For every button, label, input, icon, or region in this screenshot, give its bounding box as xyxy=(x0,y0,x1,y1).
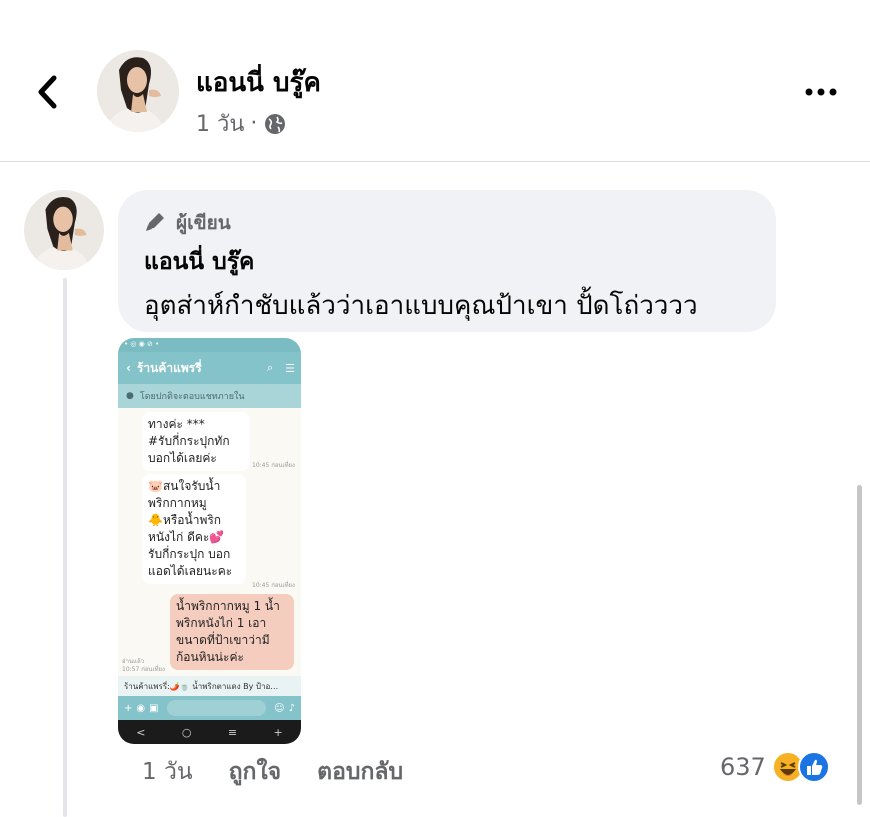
auto-reply-note: ● โดยปกติจะตอบแชทภายใน xyxy=(118,384,301,408)
reaction-icons xyxy=(771,750,832,784)
attached-screenshot[interactable]: • ◎ ◉ ⊘ • ‹ ร้านค้าแพรรี่ ⌕ ☰ ● โดยปกติจ… xyxy=(118,338,301,744)
mic-icon: ♪ xyxy=(288,702,295,714)
chat-message-2: 🐷สนใจรับน้ำ พริกกากหมู 🐥หรือน้ำพริก หนัง… xyxy=(142,474,246,584)
more-options-button[interactable] xyxy=(800,80,844,104)
chat-input-field xyxy=(166,700,267,716)
phone-status-bar: • ◎ ◉ ⊘ • xyxy=(118,338,301,352)
post-meta: 1 วัน · xyxy=(196,106,287,141)
chat-search-icon: ⌕ xyxy=(266,361,274,374)
like-button[interactable]: ถูกใจ xyxy=(229,754,282,790)
auto-reply-text: โดยปกติจะตอบแชทภายใน xyxy=(139,392,245,402)
like-icon xyxy=(797,751,830,783)
author-badge: ผู้เขียน xyxy=(144,208,231,238)
commenter-avatar[interactable] xyxy=(24,190,104,270)
post-time[interactable]: 1 วัน xyxy=(196,106,244,141)
chat-outgoing-time: 10:57 ก่อนเที่ยง xyxy=(122,666,165,673)
chevron-left-icon xyxy=(38,75,57,109)
back-button[interactable] xyxy=(30,70,70,114)
chat-back-icon: ‹ xyxy=(126,361,131,375)
nav-home-icon: ○ xyxy=(181,725,192,739)
comment-bubble[interactable]: ผู้เขียน แอนนี่ บรู๊ค อุตส่าห์กำชับแล้วว… xyxy=(118,190,776,332)
chat-input-bar: + ◉ ▣ ☺ ♪ xyxy=(118,696,301,720)
chat-preview: ร้านค้าแพรรี่:🌶️🍵 น้ำพริกตาแดง By ป้าอ… xyxy=(118,676,301,696)
comment-time[interactable]: 1 วัน xyxy=(142,754,193,790)
chat-message-1: ทางค่ะ *** #รับกี่กระปุกทัก บอกได้เลยค่ะ xyxy=(142,412,250,471)
globe-icon xyxy=(263,112,287,136)
phone-nav-bar: < ○ ≡ + xyxy=(118,720,301,744)
nav-back-icon: < xyxy=(136,725,146,739)
chat-bubble-icon: ● xyxy=(126,391,134,401)
plus-icon: + xyxy=(124,702,133,714)
chat-message-1-time: 10:45 ก่อนเที่ยง xyxy=(252,462,295,469)
meta-separator: · xyxy=(250,111,258,136)
chat-message-outgoing: น้ำพริกกากหมู 1 น้ำ พริกหนังไก่ 1 เอา ขน… xyxy=(170,594,294,670)
nav-plus-icon: + xyxy=(273,725,283,739)
chat-shop-title: ร้านค้าแพรรี่ xyxy=(136,360,202,375)
camera-icon: ◉ xyxy=(136,702,146,714)
reply-button[interactable]: ตอบกลับ xyxy=(317,754,403,790)
sticker-icon: ☺ xyxy=(274,702,285,714)
more-dots-icon xyxy=(805,88,837,96)
comment-text: อุตส่าห์กำชับแล้วว่าเอาแบบคุณป้าเขา ปั้ด… xyxy=(144,291,698,321)
author-name[interactable]: แอนนี่ บรู๊ค xyxy=(196,62,321,103)
chat-menu-icon: ☰ xyxy=(285,361,295,375)
post-header: แอนนี่ บรู๊ค 1 วัน · xyxy=(0,0,870,162)
author-badge-label: ผู้เขียน xyxy=(176,212,231,234)
pencil-icon xyxy=(144,210,168,237)
reaction-count: 637 xyxy=(720,753,766,781)
author-avatar[interactable] xyxy=(97,50,179,132)
image-icon: ▣ xyxy=(149,702,159,714)
comment-actions: 1 วัน ถูกใจ ตอบกลับ xyxy=(142,754,403,790)
nav-recent-icon: ≡ xyxy=(227,725,238,739)
reaction-summary[interactable]: 637 xyxy=(720,750,832,784)
chat-header: ‹ ร้านค้าแพรรี่ ⌕ ☰ xyxy=(118,352,301,384)
scrollbar[interactable] xyxy=(857,485,862,805)
chat-message-2-time: 10:45 ก่อนเที่ยง xyxy=(252,582,295,589)
thread-line xyxy=(63,278,67,817)
commenter-name[interactable]: แอนนี่ บรู๊ค xyxy=(144,244,254,280)
